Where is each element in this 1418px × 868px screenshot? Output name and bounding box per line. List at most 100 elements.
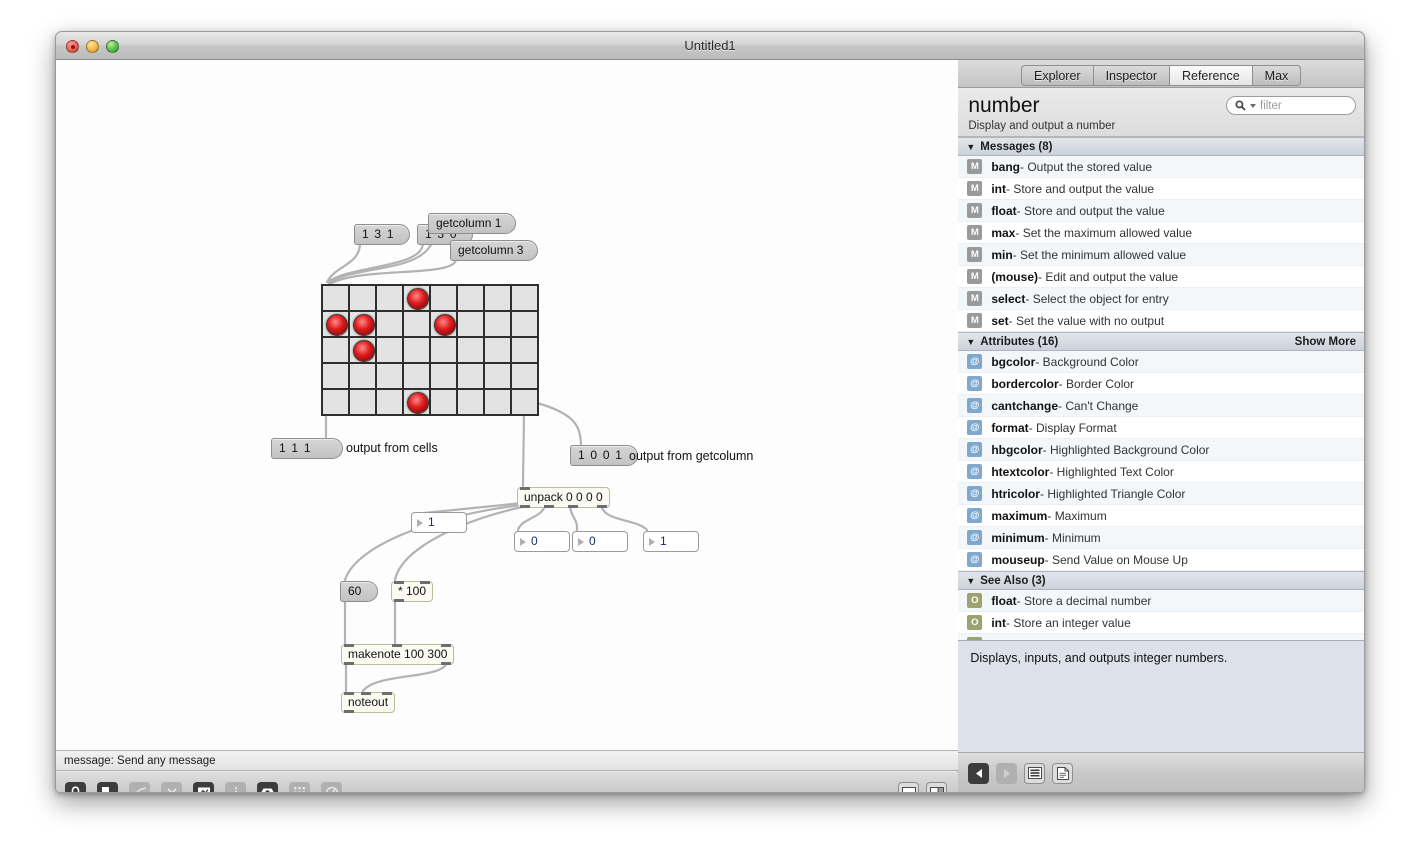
matrix-cell-5-2[interactable] bbox=[458, 338, 483, 362]
chevron-down-icon[interactable] bbox=[1250, 103, 1256, 108]
list-item[interactable]: OfloatStore a decimal number bbox=[958, 590, 1364, 612]
outlet[interactable] bbox=[596, 505, 607, 508]
matrix-cell-5-3[interactable] bbox=[458, 364, 483, 388]
object-box-unpack[interactable]: unpack 0 0 0 0 bbox=[517, 487, 610, 508]
matrix-cell-1-3[interactable] bbox=[350, 364, 375, 388]
outlet[interactable] bbox=[544, 505, 554, 508]
list-item[interactable]: @ maximumMaximum bbox=[958, 505, 1364, 527]
inlet[interactable] bbox=[361, 692, 371, 695]
list-item[interactable]: @ bordercolorBorder Color bbox=[958, 373, 1364, 395]
number-box-1a[interactable]: 1 bbox=[411, 512, 467, 533]
matrix-cell-5-1[interactable] bbox=[458, 312, 483, 336]
matrix-cell-2-1[interactable] bbox=[377, 312, 402, 336]
message-box-getcolumn-3[interactable]: getcolumn 3 bbox=[450, 240, 539, 261]
list-item[interactable]: MbangOutput the stored value bbox=[958, 156, 1364, 178]
matrix-cell-1-0[interactable] bbox=[350, 286, 375, 310]
section-header-messages[interactable]: ▼ Messages (8) bbox=[958, 137, 1364, 156]
zoom-button[interactable] bbox=[106, 40, 119, 53]
lock-icon[interactable] bbox=[65, 782, 86, 792]
matrix-cell-7-4[interactable] bbox=[512, 390, 537, 414]
matrix-cell-5-0[interactable] bbox=[458, 286, 483, 310]
matrix-cell-2-0[interactable] bbox=[377, 286, 402, 310]
message-box-111[interactable]: 1 1 1 bbox=[271, 438, 343, 459]
matrix-cell-6-4[interactable] bbox=[485, 390, 510, 414]
message-box-getcolumn-1[interactable]: getcolumn 1 bbox=[428, 213, 517, 234]
matrix-cell-3-3[interactable] bbox=[404, 364, 429, 388]
matrix-cell-1-2[interactable] bbox=[350, 338, 375, 362]
matrix-cell-6-1[interactable] bbox=[485, 312, 510, 336]
object-box-makenote[interactable]: makenote 100 300 bbox=[341, 644, 455, 665]
search-input[interactable]: filter bbox=[1226, 96, 1356, 115]
list-item[interactable]: MfloatStore and output the value bbox=[958, 200, 1364, 222]
matrix-cell-0-4[interactable] bbox=[323, 390, 348, 414]
presentation-icon[interactable] bbox=[193, 782, 214, 792]
matrix-cell-2-2[interactable] bbox=[377, 338, 402, 362]
list-item[interactable]: MselectSelect the object for entry bbox=[958, 288, 1364, 310]
object-box-times-100[interactable]: * 100 bbox=[391, 581, 434, 602]
list-item[interactable]: @ cantchangeCan't Change bbox=[958, 395, 1364, 417]
message-box-1001[interactable]: 1 0 0 1 bbox=[570, 445, 639, 466]
tab-max[interactable]: Max bbox=[1251, 64, 1302, 86]
list-item[interactable]: @ htextcolorHighlighted Text Color bbox=[958, 461, 1364, 483]
section-header-see-also[interactable]: ▼ See Also (3) bbox=[958, 571, 1364, 590]
inlet[interactable] bbox=[392, 644, 402, 647]
matrix-cell-2-4[interactable] bbox=[377, 390, 402, 414]
list-view-icon[interactable] bbox=[1024, 762, 1046, 784]
outlet[interactable] bbox=[568, 505, 578, 508]
matrix-cell-0-0[interactable] bbox=[323, 286, 348, 310]
list-item[interactable]: @ bgcolorBackground Color bbox=[958, 351, 1364, 373]
panel-bottom-icon[interactable] bbox=[898, 782, 919, 792]
back-arrow-icon[interactable] bbox=[968, 762, 990, 784]
outlet[interactable] bbox=[441, 662, 452, 665]
close-button[interactable] bbox=[66, 40, 79, 53]
show-more-link[interactable]: Show More bbox=[1295, 336, 1356, 348]
matrix-cell-3-0[interactable] bbox=[404, 286, 429, 310]
document-view-icon[interactable] bbox=[1052, 762, 1074, 784]
matrix-cell-4-2[interactable] bbox=[431, 338, 456, 362]
list-item[interactable]: @ htricolorHighlighted Triangle Color bbox=[958, 483, 1364, 505]
matrix-cell-7-1[interactable] bbox=[512, 312, 537, 336]
message-box-60[interactable]: 60 bbox=[340, 581, 378, 602]
inlet[interactable] bbox=[382, 692, 393, 695]
panel-side-icon[interactable] bbox=[926, 782, 947, 792]
message-box-131[interactable]: 1 3 1 bbox=[354, 224, 410, 245]
number-box-1b[interactable]: 1 bbox=[643, 531, 699, 552]
matrix-cell-1-4[interactable] bbox=[350, 390, 375, 414]
inlet[interactable] bbox=[441, 644, 452, 647]
matrix-cell-3-4[interactable] bbox=[404, 390, 429, 414]
object-palette-icon[interactable] bbox=[97, 782, 118, 792]
matrix-cell-4-0[interactable] bbox=[431, 286, 456, 310]
matrix-cell-2-3[interactable] bbox=[377, 364, 402, 388]
number-box-0a[interactable]: 0 bbox=[514, 531, 570, 552]
matrix-cell-7-0[interactable] bbox=[512, 286, 537, 310]
matrix-cell-4-3[interactable] bbox=[431, 364, 456, 388]
number-box-0b[interactable]: 0 bbox=[572, 531, 628, 552]
matrix-cell-6-3[interactable] bbox=[485, 364, 510, 388]
object-box-noteout[interactable]: noteout bbox=[341, 692, 396, 713]
section-header-attributes[interactable]: ▼ Attributes (16) Show More bbox=[958, 332, 1364, 351]
list-item[interactable]: MsetSet the value with no output bbox=[958, 310, 1364, 332]
inspector-icon[interactable] bbox=[257, 782, 278, 792]
tab-inspector[interactable]: Inspector bbox=[1092, 64, 1169, 86]
list-item[interactable]: M (mouse)Edit and output the value bbox=[958, 266, 1364, 288]
inlet[interactable] bbox=[420, 581, 431, 584]
matrix-cell-4-1[interactable] bbox=[431, 312, 456, 336]
matrixctrl[interactable] bbox=[321, 284, 539, 416]
matrix-cell-4-4[interactable] bbox=[431, 390, 456, 414]
list-item[interactable]: @ mouseupSend Value on Mouse Up bbox=[958, 549, 1364, 571]
list-item[interactable]: @ minimumMinimum bbox=[958, 527, 1364, 549]
matrix-cell-5-4[interactable] bbox=[458, 390, 483, 414]
matrix-cell-0-1[interactable] bbox=[323, 312, 348, 336]
matrix-cell-6-2[interactable] bbox=[485, 338, 510, 362]
list-item[interactable]: @ hbgcolorHighlighted Background Color bbox=[958, 439, 1364, 461]
matrix-cell-3-2[interactable] bbox=[404, 338, 429, 362]
matrix-cell-0-3[interactable] bbox=[323, 364, 348, 388]
list-item[interactable]: OintStore an integer value bbox=[958, 612, 1364, 634]
tab-reference[interactable]: Reference bbox=[1168, 64, 1252, 86]
patcher-canvas[interactable]: 1 3 1 1 3 0 getcolumn 1 getcolumn 3 1 1 … bbox=[56, 60, 959, 750]
list-item[interactable]: MminSet the minimum allowed value bbox=[958, 244, 1364, 266]
list-item[interactable]: MintStore and output the value bbox=[958, 178, 1364, 200]
matrix-cell-3-1[interactable] bbox=[404, 312, 429, 336]
matrix-cell-1-1[interactable] bbox=[350, 312, 375, 336]
list-item[interactable]: MmaxSet the maximum allowed value bbox=[958, 222, 1364, 244]
